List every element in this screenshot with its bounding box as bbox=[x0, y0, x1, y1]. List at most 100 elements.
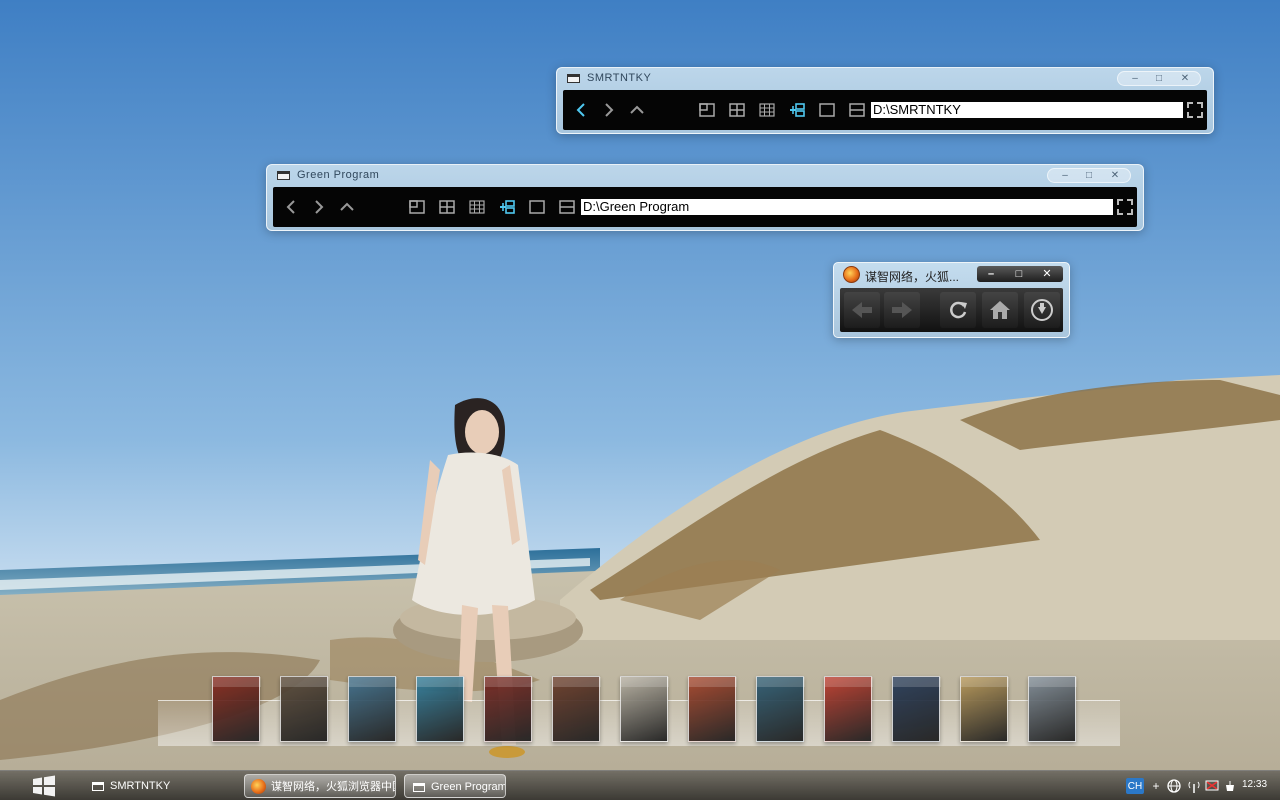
up-icon bbox=[630, 105, 644, 114]
reload-icon bbox=[950, 301, 967, 319]
back-icon bbox=[286, 200, 295, 214]
start-button[interactable] bbox=[30, 775, 58, 797]
language-label: CH bbox=[1127, 780, 1143, 792]
folder-icon bbox=[413, 783, 425, 792]
taskbar-item-firefox[interactable]: 谋智网络，火狐浏览器中国版... bbox=[244, 774, 396, 798]
view-single-pane-button[interactable] bbox=[525, 195, 549, 219]
firefox-logo-icon bbox=[843, 266, 860, 283]
explorer-window-smrtntky[interactable]: SMRTNTKY – □ ✕ D:\SMRTNTKY bbox=[556, 67, 1214, 134]
game-cover-4[interactable] bbox=[416, 676, 465, 742]
back-icon bbox=[852, 302, 872, 318]
taskbar-item-smrtntky[interactable]: SMRTNTKY bbox=[84, 774, 234, 798]
minimize-button[interactable]: – bbox=[977, 266, 1005, 282]
view-grid-button[interactable] bbox=[755, 98, 779, 122]
game-cover-5[interactable] bbox=[484, 676, 533, 742]
view-split-button[interactable] bbox=[845, 98, 869, 122]
reload-button[interactable] bbox=[940, 292, 976, 328]
view-grid-button[interactable] bbox=[465, 195, 489, 219]
folder-icon bbox=[567, 74, 580, 83]
back-button[interactable] bbox=[569, 98, 593, 122]
network-icon[interactable] bbox=[1166, 778, 1182, 794]
view-single-pane-button[interactable] bbox=[815, 98, 839, 122]
window-controls: – □ ✕ bbox=[977, 266, 1063, 282]
large-icons-view-icon bbox=[409, 200, 425, 214]
game-cover-1[interactable] bbox=[212, 676, 261, 742]
maximize-button[interactable]: □ bbox=[1078, 170, 1100, 182]
view-tree-button[interactable] bbox=[495, 195, 519, 219]
forward-icon bbox=[315, 200, 324, 214]
home-button[interactable] bbox=[982, 292, 1018, 328]
game-cover-3[interactable] bbox=[348, 676, 397, 742]
close-button[interactable]: ✕ bbox=[1104, 170, 1126, 182]
game-cover-2[interactable] bbox=[280, 676, 329, 742]
taskbar-item-label: SMRTNTKY bbox=[110, 780, 171, 792]
view-tree-button[interactable] bbox=[785, 98, 809, 122]
view-tiles-button[interactable] bbox=[435, 195, 459, 219]
wireless-icon[interactable] bbox=[1186, 778, 1202, 794]
explorer-toolbar: D:\SMRTNTKY bbox=[563, 90, 1207, 130]
tree-view-icon bbox=[500, 200, 515, 214]
download-button[interactable] bbox=[1024, 292, 1060, 328]
window-title: SMRTNTKY bbox=[587, 72, 652, 84]
minimize-button[interactable]: – bbox=[1054, 170, 1076, 182]
address-go-button[interactable] bbox=[1117, 199, 1133, 215]
window-title: Green Program bbox=[297, 169, 380, 181]
windows-logo-icon bbox=[33, 775, 55, 797]
firefox-navbar bbox=[840, 288, 1063, 332]
taskbar-item-green-program[interactable]: Green Program bbox=[404, 774, 506, 798]
clock[interactable]: 12:33 bbox=[1242, 779, 1267, 790]
action-center-icon[interactable] bbox=[1204, 778, 1220, 794]
maximize-button[interactable]: □ bbox=[1005, 266, 1033, 282]
forward-button[interactable] bbox=[884, 292, 920, 328]
game-cover-11[interactable] bbox=[892, 676, 941, 742]
plus-icon[interactable]: + bbox=[1148, 778, 1164, 794]
taskbar-item-label: 谋智网络，火狐浏览器中国版... bbox=[271, 781, 395, 793]
folder-icon bbox=[277, 171, 290, 180]
home-icon bbox=[990, 301, 1010, 319]
up-button[interactable] bbox=[335, 195, 359, 219]
up-icon bbox=[340, 202, 354, 211]
window-titlebar[interactable]: Green Program – □ ✕ bbox=[267, 165, 1143, 187]
explorer-window-green-program[interactable]: Green Program – □ ✕ D:\Green Program bbox=[266, 164, 1144, 231]
game-cover-7[interactable] bbox=[620, 676, 669, 742]
grid-view-icon bbox=[759, 103, 775, 117]
maximize-button[interactable]: □ bbox=[1148, 73, 1170, 85]
window-controls: – □ ✕ bbox=[1117, 71, 1201, 86]
split-pane-icon bbox=[849, 103, 865, 117]
game-cover-8[interactable] bbox=[688, 676, 737, 742]
game-cover-12[interactable] bbox=[960, 676, 1009, 742]
back-icon bbox=[576, 103, 585, 117]
view-tiles-button[interactable] bbox=[725, 98, 749, 122]
view-split-button[interactable] bbox=[555, 195, 579, 219]
firefox-window[interactable]: 谋智网络，火狐... – □ ✕ bbox=[833, 262, 1070, 338]
single-pane-icon bbox=[529, 200, 545, 214]
tree-view-icon bbox=[790, 103, 805, 117]
address-bar[interactable]: D:\SMRTNTKY bbox=[871, 102, 1183, 118]
minimize-button[interactable]: – bbox=[1124, 73, 1146, 85]
language-indicator[interactable]: CH bbox=[1126, 778, 1144, 794]
view-large-icons-button[interactable] bbox=[695, 98, 719, 122]
window-controls: – □ ✕ bbox=[1047, 168, 1131, 183]
forward-icon bbox=[605, 103, 614, 117]
game-cover-6[interactable] bbox=[552, 676, 601, 742]
forward-button[interactable] bbox=[597, 98, 621, 122]
game-cover-13[interactable] bbox=[1028, 676, 1077, 742]
forward-button[interactable] bbox=[307, 195, 331, 219]
back-button[interactable] bbox=[844, 292, 880, 328]
close-button[interactable]: ✕ bbox=[1174, 73, 1196, 85]
address-go-button[interactable] bbox=[1187, 102, 1203, 118]
game-cover-10[interactable] bbox=[824, 676, 873, 742]
firefox-logo-icon bbox=[251, 779, 266, 794]
game-cover-9[interactable] bbox=[756, 676, 805, 742]
single-pane-icon bbox=[819, 103, 835, 117]
close-button[interactable]: ✕ bbox=[1033, 266, 1061, 282]
safely-remove-icon[interactable] bbox=[1222, 778, 1238, 794]
address-bar[interactable]: D:\Green Program bbox=[581, 199, 1113, 215]
tiles-view-icon bbox=[439, 200, 455, 214]
window-titlebar[interactable]: SMRTNTKY – □ ✕ bbox=[557, 68, 1213, 90]
explorer-toolbar: D:\Green Program bbox=[273, 187, 1137, 227]
up-button[interactable] bbox=[625, 98, 649, 122]
split-pane-icon bbox=[559, 200, 575, 214]
view-large-icons-button[interactable] bbox=[405, 195, 429, 219]
back-button[interactable] bbox=[279, 195, 303, 219]
